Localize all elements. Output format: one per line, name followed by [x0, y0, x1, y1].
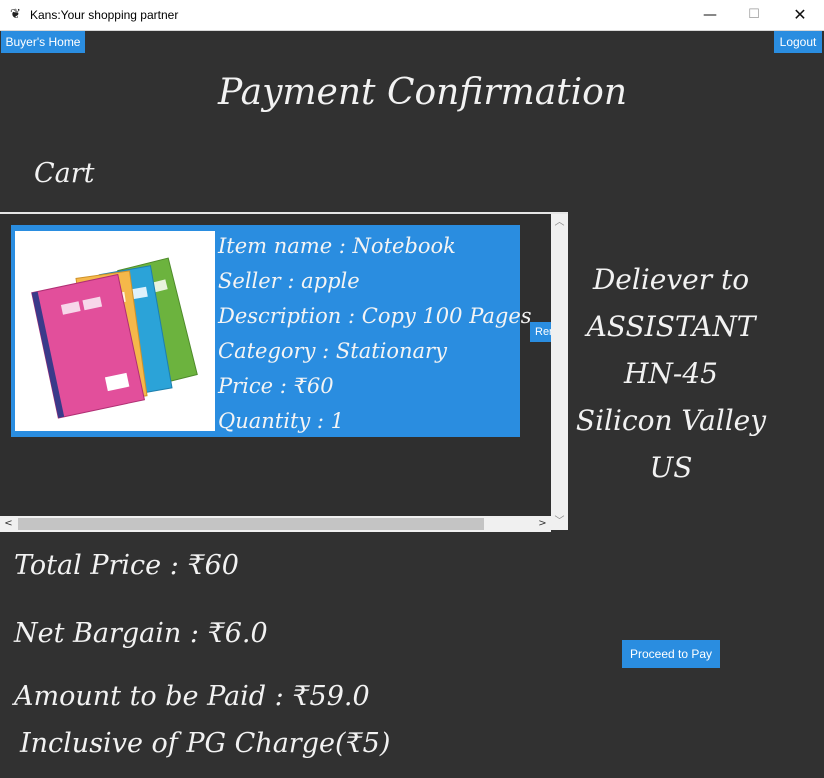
scroll-down-icon[interactable]: ﹀ [551, 513, 568, 530]
vertical-scrollbar[interactable]: ︿ ﹀ [551, 214, 568, 530]
cart-item: Item name : Notebook Seller : apple Desc… [11, 225, 532, 437]
minimize-button[interactable]: — [687, 0, 733, 30]
item-price: Price : ₹60 [218, 374, 334, 398]
deliver-country: US [649, 451, 693, 484]
horizontal-scrollbar[interactable]: < > [0, 516, 551, 532]
buyers-home-button[interactable]: Buyer's Home [1, 31, 85, 53]
item-description: Description : Copy 100 Pages [218, 304, 532, 328]
cart-heading: Cart [34, 158, 95, 189]
title-bar: ❦ Kans:Your shopping partner — ☐ ✕ [0, 0, 824, 31]
cart-scroll-area[interactable]: Item name : Notebook Seller : apple Desc… [0, 212, 568, 532]
amount-to-pay: Amount to be Paid : ₹59.0 [14, 681, 370, 712]
item-name: Item name : Notebook [218, 234, 456, 258]
notebooks-image [31, 257, 198, 419]
deliver-house: HN-45 [623, 357, 718, 390]
net-bargain: Net Bargain : ₹6.0 [14, 618, 268, 649]
logout-button[interactable]: Logout [774, 31, 822, 53]
window-title: Kans:Your shopping partner [30, 8, 179, 22]
maximize-button[interactable]: ☐ [731, 0, 777, 30]
deliver-name: ASSISTANT [586, 310, 756, 343]
app-icon: ❦ [10, 7, 21, 22]
total-price: Total Price : ₹60 [14, 550, 239, 581]
remove-item-button[interactable]: Remove [530, 322, 551, 342]
item-category: Category : Stationary [218, 339, 447, 363]
deliver-heading: Deliever to [592, 263, 750, 296]
delivery-address: Deliever to ASSISTANT HN-45 Silicon Vall… [568, 256, 774, 491]
product-image [15, 231, 215, 431]
scroll-left-icon[interactable]: < [0, 516, 17, 532]
scroll-up-icon[interactable]: ︿ [551, 214, 568, 231]
pg-charge-note: Inclusive of PG Charge(₹5) [20, 728, 391, 759]
proceed-to-pay-button[interactable]: Proceed to Pay [622, 640, 720, 668]
page-title: Payment Confirmation [218, 72, 628, 113]
item-seller: Seller : apple [218, 269, 360, 293]
scroll-right-icon[interactable]: > [534, 516, 551, 532]
item-details: Item name : Notebook Seller : apple Desc… [218, 229, 532, 439]
close-button[interactable]: ✕ [777, 0, 823, 30]
horizontal-scroll-thumb[interactable] [18, 518, 484, 530]
item-quantity: Quantity : 1 [218, 409, 345, 433]
deliver-city: Silicon Valley [575, 404, 767, 437]
